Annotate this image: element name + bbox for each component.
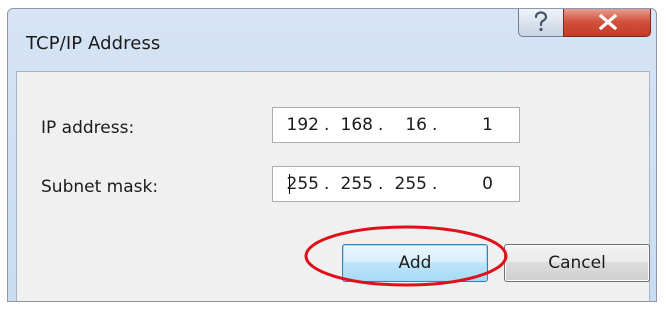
close-x-icon <box>598 14 618 30</box>
cancel-button[interactable]: Cancel <box>504 244 650 282</box>
mask-octet-2: 255 <box>340 174 373 194</box>
screenshot-stage: TCP/IP Address IP address: 192 . 168 . 1… <box>0 0 666 309</box>
ip-address-field[interactable]: 192 . 168 . 16 . 1 <box>272 107 520 143</box>
add-button[interactable]: Add <box>342 244 488 282</box>
question-mark-icon <box>534 11 548 32</box>
subnet-mask-field[interactable]: 255 . 255 . 255 . 0 <box>272 166 520 202</box>
dialog-window: TCP/IP Address IP address: 192 . 168 . 1… <box>7 8 657 302</box>
octet-separator: . <box>432 174 438 194</box>
ip-octet-3: 16 <box>405 115 427 135</box>
ip-octet-1: 192 <box>286 115 319 135</box>
ip-octet-4: 1 <box>482 115 493 135</box>
help-button[interactable] <box>518 9 564 37</box>
subnet-mask-label: Subnet mask: <box>41 177 159 197</box>
ip-address-label: IP address: <box>41 118 135 138</box>
window-title: TCP/IP Address <box>26 33 161 54</box>
dialog-body: IP address: 192 . 168 . 16 . 1 Subnet ma… <box>16 71 650 301</box>
octet-separator: . <box>432 115 438 135</box>
close-button[interactable] <box>563 9 651 37</box>
title-bar: TCP/IP Address <box>8 9 656 79</box>
mask-octet-4: 0 <box>482 174 493 194</box>
ip-octet-2: 168 <box>340 115 373 135</box>
mask-octet-3: 255 <box>394 174 427 194</box>
mask-octet-1: 255 <box>286 174 319 194</box>
